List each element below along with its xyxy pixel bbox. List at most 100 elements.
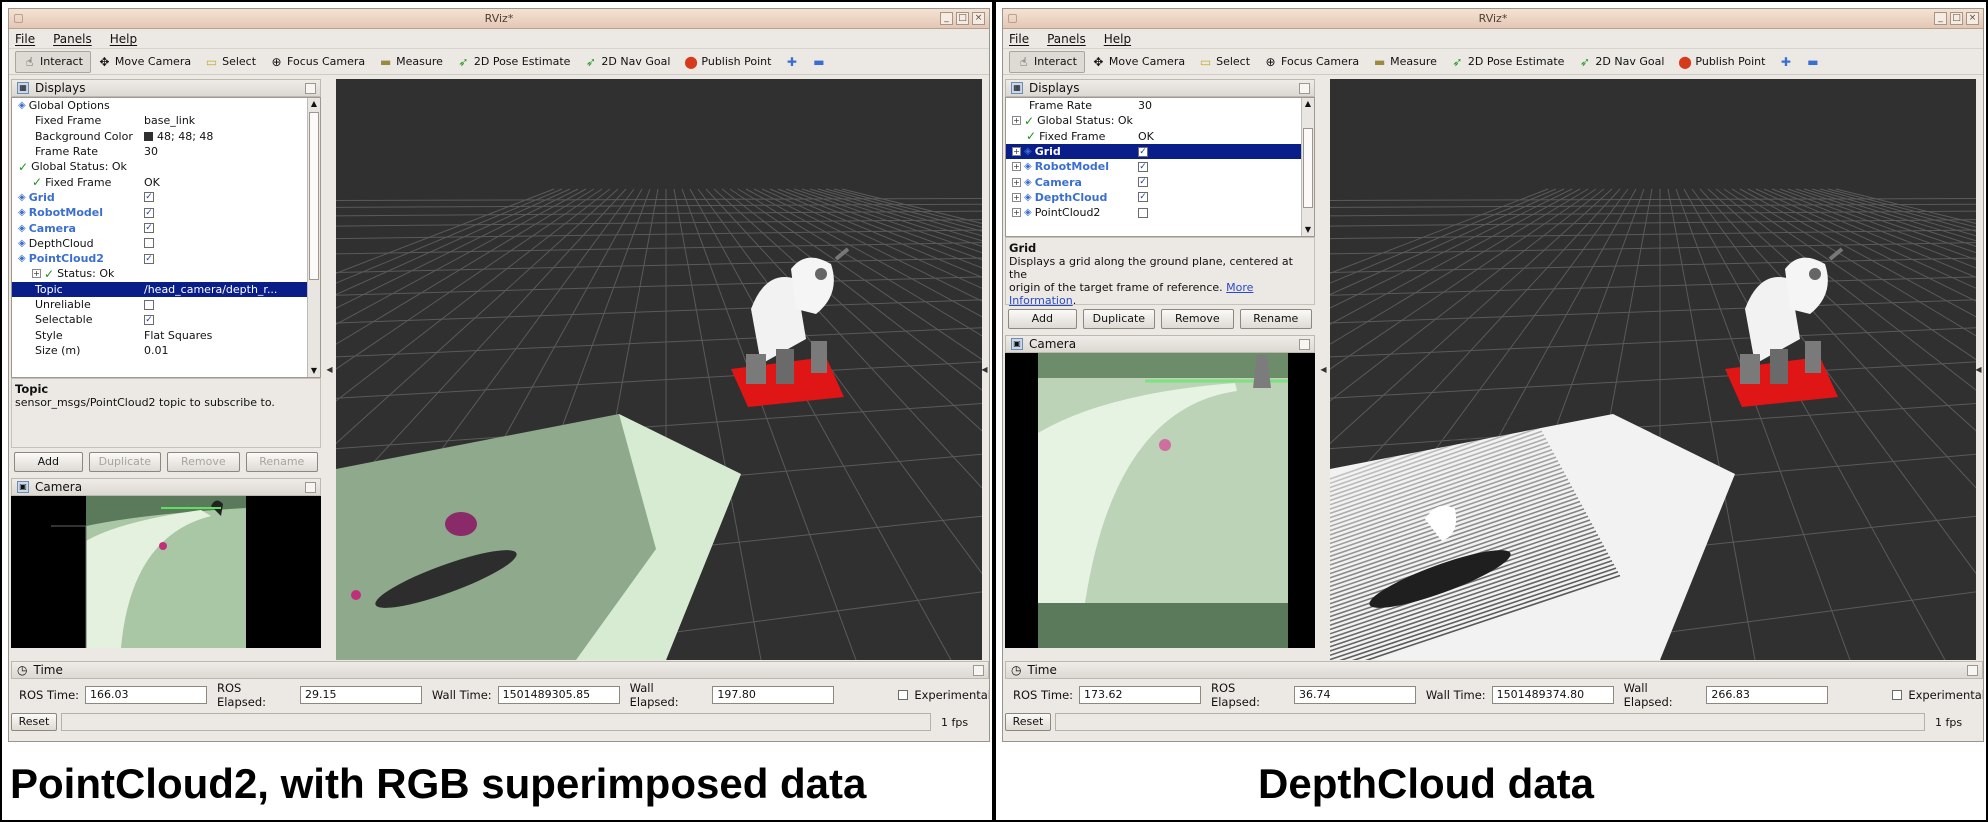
enable-checkbox[interactable]: ✓ [1138, 177, 1148, 188]
enable-checkbox[interactable]: ✓ [144, 314, 154, 325]
3d-render-view[interactable] [336, 79, 982, 660]
tree-row[interactable]: + ◈ DepthCloud ✓ [1006, 190, 1314, 205]
add-button[interactable]: Add [14, 452, 83, 472]
3d-render-view[interactable] [1330, 79, 1976, 660]
tool-publish-point[interactable]: ⬤ Publish Point [677, 51, 778, 73]
add-tool-button[interactable]: ✚ [1772, 51, 1799, 73]
tree-row[interactable]: Frame Rate 30 [1006, 98, 1314, 113]
enable-checkbox[interactable]: ✓ [144, 207, 154, 218]
minimize-button[interactable]: _ [1934, 12, 1947, 25]
tool-2d-nav-goal[interactable]: ➶ 2D Nav Goal [1571, 51, 1671, 73]
tree-row-value[interactable]: /head_camera/depth_r... [144, 283, 277, 296]
undock-button[interactable] [1299, 339, 1310, 350]
menu-help[interactable]: Help [110, 29, 137, 48]
window-menu-icon[interactable] [14, 14, 23, 23]
enable-checkbox[interactable]: ✓ [1138, 161, 1148, 172]
tree-row[interactable]: + ✓ Status: Ok [12, 266, 320, 281]
tree-row[interactable]: Selectable ✓ [12, 312, 320, 327]
maximize-button[interactable]: □ [1950, 12, 1963, 25]
wall-elapsed-field[interactable]: 197.80 [712, 686, 835, 704]
tree-row-value[interactable]: OK [1138, 130, 1154, 143]
tree-row[interactable]: + ◈ Grid ✓ [1006, 143, 1314, 160]
tree-row[interactable]: ◈ RobotModel ✓ [12, 205, 320, 220]
rename-button[interactable]: Rename [1239, 309, 1312, 329]
close-button[interactable]: × [1966, 12, 1979, 25]
tree-row[interactable]: Frame Rate 30 [12, 144, 320, 159]
displays-tree[interactable]: ◈ Global Options Fixed Frame base_link Backg… [11, 97, 321, 378]
tool-interact[interactable]: ☝ Interact [1009, 50, 1085, 73]
minimize-button[interactable]: _ [940, 12, 953, 25]
tree-row-value[interactable]: 30 [1138, 99, 1152, 112]
expand-icon[interactable]: + [1012, 116, 1021, 126]
window-menu-icon[interactable] [1008, 14, 1017, 23]
tree-row[interactable]: Background Color 48; 48; 48 [12, 129, 320, 144]
ros-time-field[interactable]: 173.62 [1079, 686, 1201, 704]
tree-row[interactable]: ✓ Fixed Frame OK [12, 174, 320, 189]
tool-2d-nav-goal[interactable]: ➶ 2D Nav Goal [577, 51, 677, 73]
menu-file[interactable]: File [15, 29, 35, 48]
tool-interact[interactable]: ☝ Interact [15, 50, 91, 73]
tree-row[interactable]: ✓ Fixed Frame OK [1006, 129, 1314, 144]
enable-checkbox[interactable] [144, 238, 154, 249]
wall-elapsed-field[interactable]: 266.83 [1706, 686, 1829, 704]
tree-row[interactable]: + ◈ PointCloud2 [1006, 205, 1314, 220]
tree-row[interactable]: + ✓ Global Status: Ok [1006, 113, 1314, 128]
tree-row[interactable]: Style Flat Squares [12, 327, 320, 342]
tool-measure[interactable]: ▬ Measure [372, 51, 450, 73]
enable-checkbox[interactable] [144, 299, 154, 310]
tool-move-camera[interactable]: ✥ Move Camera [1085, 51, 1192, 73]
tree-row[interactable]: Fixed Frame base_link [12, 113, 320, 128]
add-button[interactable]: Add [1008, 309, 1077, 329]
displays-tree[interactable]: Frame Rate 30 + ✓ Global Status: Ok ✓ Fixed Fr… [1005, 97, 1315, 237]
duplicate-button[interactable]: Duplicate [88, 452, 162, 472]
left-splitter[interactable]: ◀ [323, 79, 336, 660]
tree-row[interactable]: ✓ Global Status: Ok [12, 159, 320, 174]
wall-time-field[interactable]: 1501489305.85 [497, 686, 620, 704]
camera-view[interactable] [1005, 353, 1315, 648]
remove-tool-button[interactable]: ▬ [805, 51, 832, 73]
maximize-button[interactable]: □ [956, 12, 969, 25]
tool-2d-pose-estimate[interactable]: ➶ 2D Pose Estimate [1444, 51, 1572, 73]
remove-button[interactable]: Remove [1161, 309, 1234, 329]
tree-row[interactable]: Size (m) 0.01 [12, 343, 320, 358]
tool-select[interactable]: ▭ Select [1192, 51, 1257, 73]
tree-row[interactable]: Topic/head_camera/depth_r... [12, 281, 320, 297]
remove-button[interactable]: Remove [167, 452, 240, 472]
tree-row[interactable]: ◈ Grid ✓ [12, 190, 320, 205]
enable-checkbox[interactable]: ✓ [144, 253, 154, 264]
add-tool-button[interactable]: ✚ [778, 51, 805, 73]
tree-row[interactable]: Unreliable [12, 297, 320, 312]
undock-button[interactable] [1299, 83, 1310, 94]
tree-row-value[interactable]: 30 [144, 145, 158, 158]
tree-row-value[interactable]: 0.01 [144, 344, 169, 357]
enable-checkbox[interactable] [1138, 207, 1148, 218]
tree-row[interactable]: + ◈ RobotModel ✓ [1006, 159, 1314, 174]
experimental-checkbox[interactable] [1892, 690, 1903, 700]
expand-icon[interactable]: + [1012, 162, 1021, 172]
tool-select[interactable]: ▭ Select [198, 51, 263, 73]
tool-focus-camera[interactable]: ⊕ Focus Camera [1257, 51, 1366, 73]
tree-row-value[interactable]: OK [144, 176, 160, 189]
expand-icon[interactable]: + [1012, 208, 1021, 218]
experimental-checkbox[interactable] [898, 690, 909, 700]
tree-scrollbar[interactable]: ▲ ▼ [307, 98, 320, 377]
tree-scrollbar[interactable]: ▲ ▼ [1301, 98, 1314, 236]
tool-focus-camera[interactable]: ⊕ Focus Camera [263, 51, 372, 73]
tree-row[interactable]: ◈ Global Options [12, 98, 320, 113]
enable-checkbox[interactable]: ✓ [1138, 192, 1148, 203]
close-button[interactable]: × [972, 12, 985, 25]
duplicate-button[interactable]: Duplicate [1082, 309, 1156, 329]
menu-panels[interactable]: Panels [1047, 29, 1086, 48]
left-splitter[interactable]: ◀ [1317, 79, 1330, 660]
tree-row[interactable]: ◈ PointCloud2 ✓ [12, 251, 320, 266]
color-swatch[interactable] [144, 131, 153, 141]
enable-checkbox[interactable]: ✓ [144, 192, 154, 203]
ros-elapsed-field[interactable]: 29.15 [299, 686, 422, 704]
tool-move-camera[interactable]: ✥ Move Camera [91, 51, 198, 73]
undock-button[interactable] [305, 482, 316, 493]
undock-button[interactable] [973, 665, 984, 676]
expand-icon[interactable]: + [1012, 192, 1021, 202]
enable-checkbox[interactable]: ✓ [144, 223, 154, 234]
rename-button[interactable]: Rename [245, 452, 319, 472]
undock-button[interactable] [305, 83, 316, 94]
